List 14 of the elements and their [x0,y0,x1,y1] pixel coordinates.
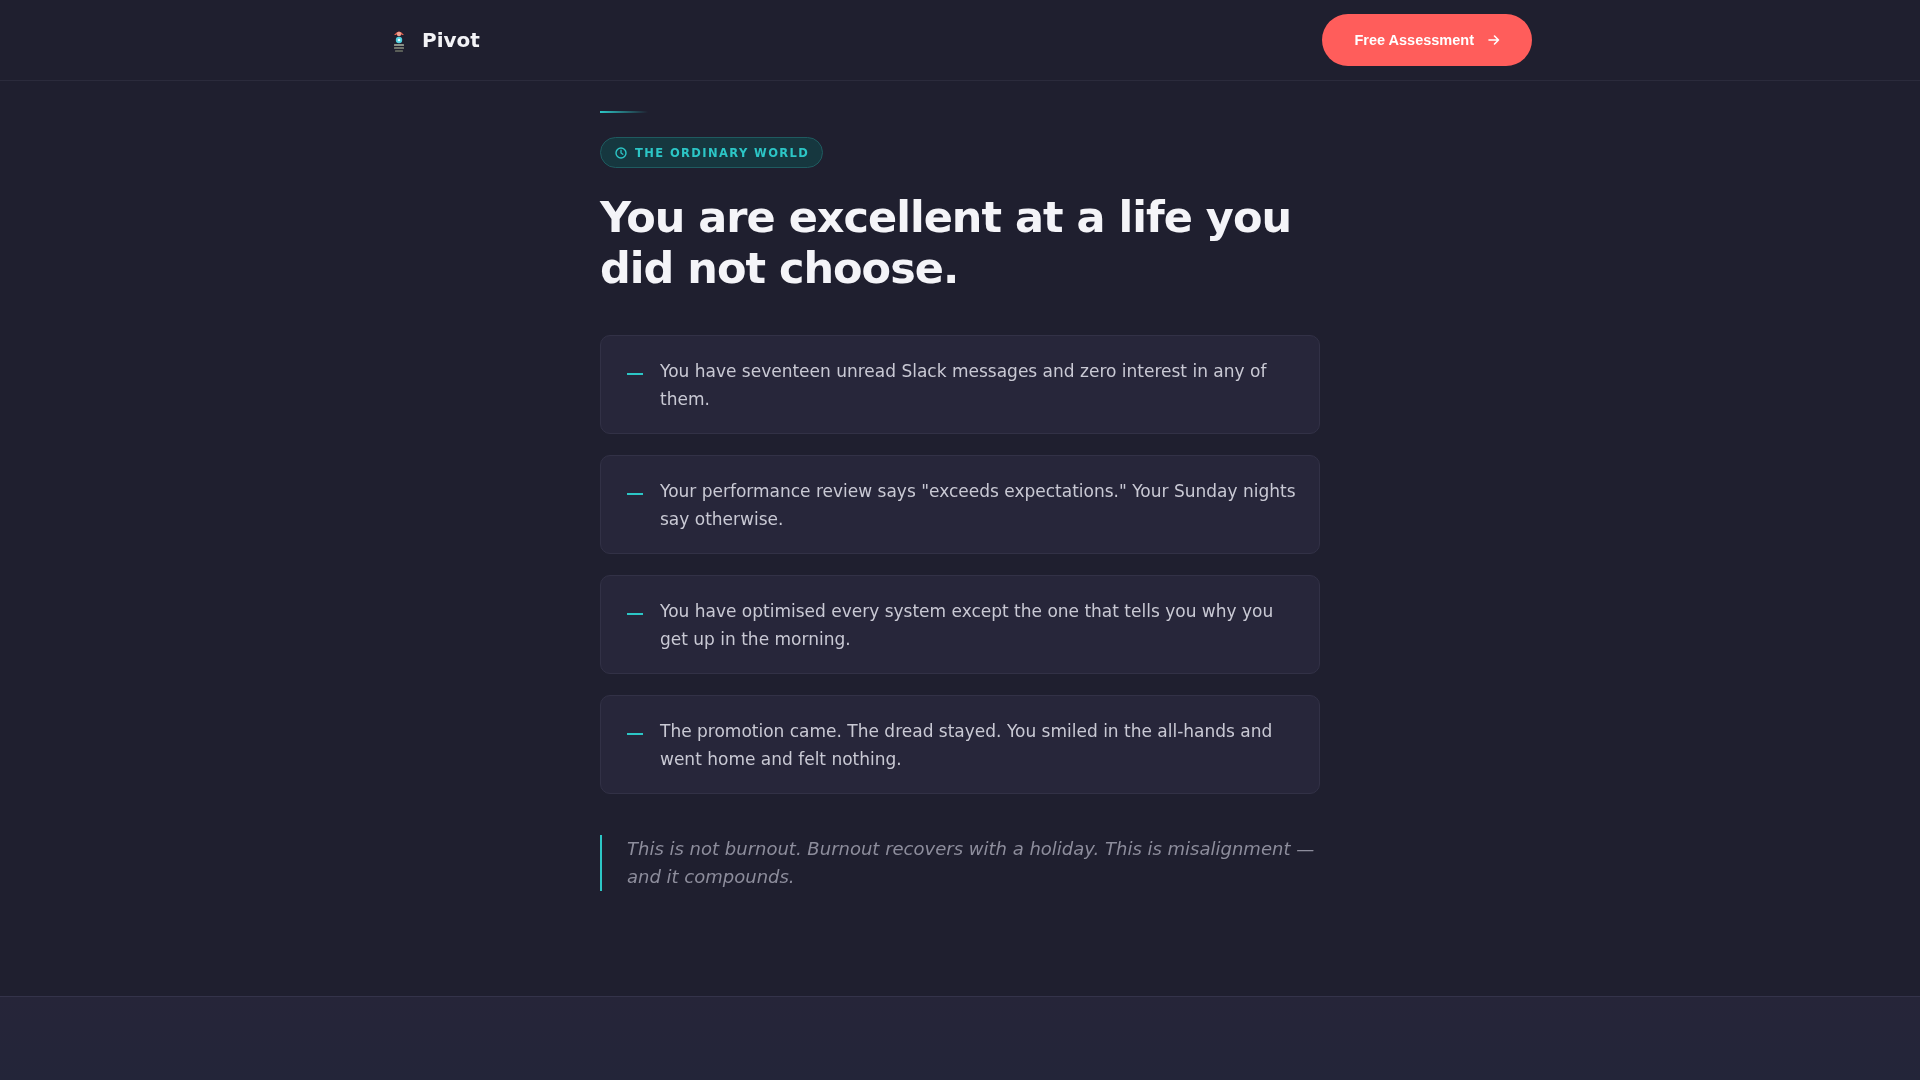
pull-quote: This is not burnout. Burnout recovers with a holiday. This is misalignment — and it compounds. [600,835,1320,891]
statement-text: You have seventeen unread Slack messages and zero interest in any of them. [660,360,1268,411]
brand-name[interactable]: Pivot [422,28,480,52]
statement-text: The promotion came. The dread stayed. You smiled in the all-hands and went home and felt nothing. [660,720,1274,771]
section-badge: THE ORDINARY WORLD [600,137,824,168]
section-heading: You are excellent at a life you did not choose. [600,192,1293,294]
arrow-right-icon [1488,33,1500,46]
dash-icon [627,733,643,735]
statement-text: Your performance review says "exceeds expectations." Your Sunday nights say otherwise. [660,480,1297,531]
clock-icon [615,146,627,159]
dash-icon [627,373,643,375]
statement-text: You have optimised every system except the one that tells you why you get up in the morning. [660,600,1275,651]
dash-icon [627,493,643,495]
dash-icon [627,613,643,615]
